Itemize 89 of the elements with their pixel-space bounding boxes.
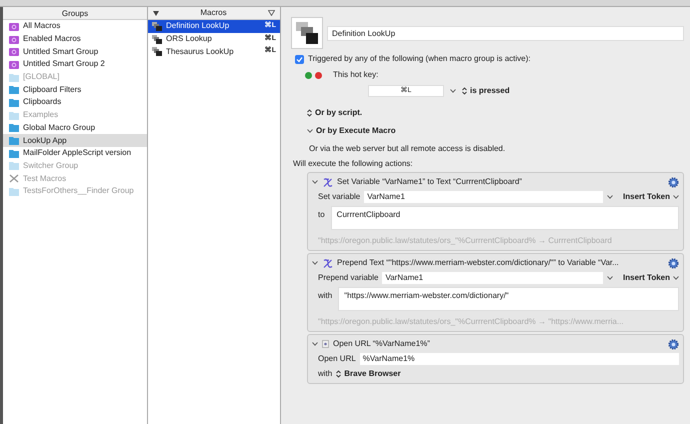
- chevron-icon[interactable]: [673, 276, 679, 280]
- action-title: Prepend Text “"https://www.merriam-webster.com/dictionary/"” to Variable “Var...: [337, 257, 620, 269]
- group-label: MailFolder AppleScript version: [23, 147, 132, 160]
- will-execute-label: Will execute the following actions:: [293, 158, 414, 170]
- folder-icon: [9, 186, 19, 196]
- up-down-arrows-icon[interactable]: [307, 109, 312, 117]
- chevron-icon[interactable]: [312, 261, 318, 265]
- macro-icon: [152, 34, 162, 44]
- remove-icon[interactable]: [315, 72, 322, 78]
- up-down-arrows-icon[interactable]: [336, 370, 342, 378]
- group-row[interactable]: Untitled Smart Group: [3, 45, 147, 58]
- chevron-icon[interactable]: [307, 129, 313, 133]
- smart-folder-icon: [9, 22, 19, 31]
- variable-x-icon: [322, 178, 333, 186]
- field-label: Prepend variable: [318, 272, 378, 284]
- browser-popup[interactable]: Brave Browser: [336, 368, 401, 380]
- hot-key-label: This hot key:: [333, 69, 378, 81]
- macros-header: Macros: [199, 7, 228, 19]
- group-row[interactable]: Clipboard Filters: [3, 83, 147, 96]
- group-label: Untitled Smart Group: [23, 46, 98, 58]
- variable-x-icon: [322, 258, 333, 268]
- macro-name-field[interactable]: Definition LookUp: [327, 26, 684, 40]
- gear-icon[interactable]: [668, 176, 679, 188]
- text-area[interactable]: CurrrentClipboard: [330, 206, 679, 230]
- field-label: Set variable: [318, 191, 360, 203]
- or-by-execute-disclosure[interactable]: Or by Execute Macro: [307, 125, 396, 137]
- group-label: All Macros: [23, 20, 60, 32]
- macro-icon: [296, 22, 318, 44]
- group-row[interactable]: Enabled Macros: [3, 32, 147, 46]
- smart-folder-icon: [9, 47, 19, 56]
- variable-field[interactable]: VarName1: [382, 272, 604, 284]
- variable-field[interactable]: %VarName1%: [360, 353, 679, 365]
- group-label: Clipboard Filters: [23, 84, 82, 96]
- key-state-popup[interactable]: is pressed: [462, 85, 510, 97]
- group-label: Untitled Smart Group 2: [23, 58, 105, 70]
- action-title: Set Variable “VarName1” to Text “CurrrentClipboard”: [337, 176, 523, 188]
- insert-token-menu[interactable]: Insert Token: [623, 191, 679, 203]
- text-label: to: [318, 209, 325, 221]
- tools-icon: [9, 174, 19, 184]
- group-label: Enabled Macros: [23, 33, 81, 46]
- group-label: Examples: [23, 109, 58, 122]
- macro-label: Thesaurus LookUp: [166, 46, 235, 58]
- chevron-icon[interactable]: [673, 195, 679, 199]
- trigger-checkbox[interactable]: [295, 54, 304, 64]
- group-label: LookUp App: [23, 134, 67, 147]
- text-area[interactable]: "https://www.merriam-webster.com/dictionary/": [338, 287, 679, 311]
- group-row[interactable]: Clipboards: [3, 96, 147, 109]
- chevron-icon[interactable]: [312, 342, 318, 346]
- group-row[interactable]: MailFolder AppleScript version: [3, 146, 147, 160]
- preview-text: "https://oregon.public.law/statutes/ors_"%CurrrentClipboard% → "https://www.merria...: [318, 316, 625, 328]
- group-label: [GLOBAL]: [23, 71, 60, 84]
- sort-triangle-icon[interactable]: [153, 10, 159, 16]
- trigger-label: Triggered by any of the following (when macro group is active):: [308, 53, 530, 65]
- or-by-script-popup[interactable]: Or by script.: [307, 107, 362, 119]
- smart-folder-icon: [9, 60, 19, 69]
- group-label: TestsForOthers__Finder Group: [23, 185, 134, 198]
- chevron-icon[interactable]: [607, 276, 614, 280]
- text-label: with: [318, 290, 332, 302]
- group-row[interactable]: Untitled Smart Group 2: [3, 58, 147, 71]
- smart-folder-icon: [9, 34, 19, 44]
- groups-header: Groups: [3, 7, 147, 20]
- field-label: Open URL: [318, 353, 356, 365]
- variable-field[interactable]: VarName1: [364, 191, 604, 203]
- chevron-icon[interactable]: [450, 89, 456, 93]
- group-label: Switcher Group: [23, 160, 78, 172]
- macro-icon: [152, 47, 162, 56]
- group-row[interactable]: All Macros: [3, 20, 147, 33]
- filter-triangle-icon[interactable]: [268, 10, 275, 16]
- with-label: with: [318, 368, 332, 380]
- url-icon: [322, 340, 329, 348]
- chevron-icon[interactable]: [312, 180, 318, 184]
- preview-text: "https://oregon.public.law/statutes/ors_"%CurrrentClipboard% → CurrrentClipboard: [318, 235, 613, 247]
- macro-label: ORS Lookup: [166, 33, 213, 46]
- gear-icon[interactable]: [668, 338, 679, 350]
- macro-label: Definition LookUp: [166, 20, 230, 32]
- macro-icon-well[interactable]: [291, 17, 323, 49]
- group-label: Clipboards: [23, 96, 62, 108]
- action-title: Open URL “%VarName1%”: [333, 338, 431, 350]
- gear-icon[interactable]: [668, 258, 679, 268]
- insert-token-menu[interactable]: Insert Token: [623, 272, 679, 284]
- add-icon[interactable]: [305, 72, 312, 78]
- up-down-arrows-icon[interactable]: [462, 87, 467, 95]
- group-row[interactable]: LookUp App: [3, 134, 147, 147]
- chevron-icon[interactable]: [607, 195, 614, 199]
- group-label: Test Macros: [23, 172, 66, 185]
- macro-icon: [152, 22, 162, 31]
- web-server-note: Or via the web server but all remote access is disabled.: [309, 143, 506, 155]
- group-label: Global Macro Group: [23, 122, 96, 134]
- group-row[interactable]: Global Macro Group: [3, 122, 147, 134]
